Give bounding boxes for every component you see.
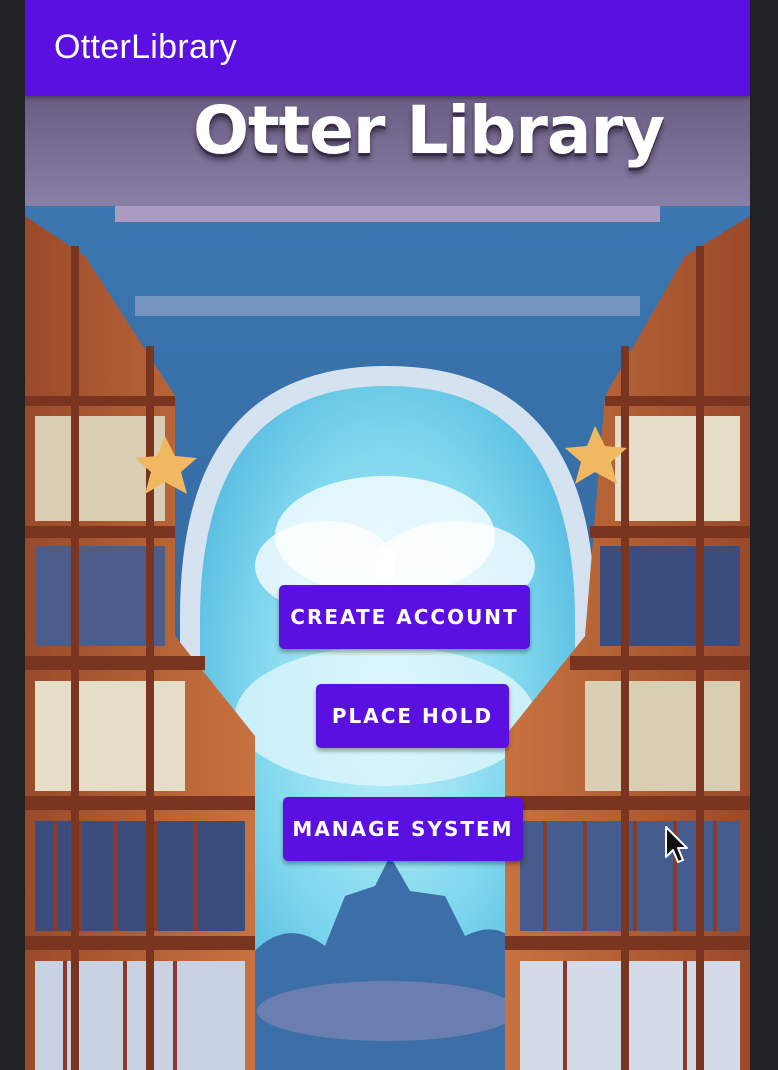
create-account-button[interactable]: CREATE ACCOUNT xyxy=(279,585,530,649)
manage-system-button[interactable]: MANAGE SYSTEM xyxy=(283,797,523,861)
app-bar-title: OtterLibrary xyxy=(54,28,238,66)
device-frame: OtterLibrary Otter Library CREATE ACCOUN… xyxy=(0,0,778,1070)
app-screen: OtterLibrary Otter Library CREATE ACCOUN… xyxy=(25,0,750,1070)
library-illustration-icon xyxy=(25,96,750,1070)
place-hold-button[interactable]: PLACE HOLD xyxy=(316,684,509,748)
app-bar: OtterLibrary xyxy=(25,0,750,96)
hero-title: Otter Library xyxy=(192,92,665,169)
library-background-illustration xyxy=(25,96,750,1070)
mouse-pointer-icon xyxy=(665,826,689,868)
